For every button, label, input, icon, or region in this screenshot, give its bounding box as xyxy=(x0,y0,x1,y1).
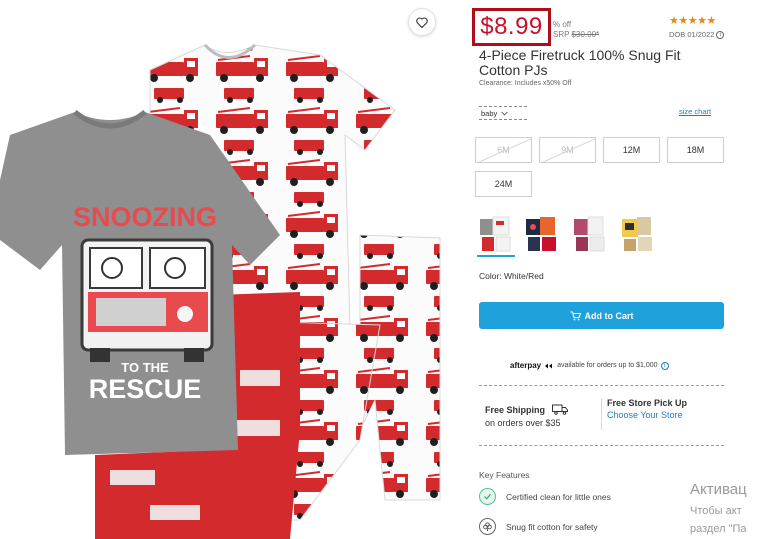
swatch-pink[interactable] xyxy=(571,213,609,257)
price-value: $8.99 xyxy=(480,13,543,40)
feature-text: Snug fit cotton for safety xyxy=(506,521,598,532)
info-icon[interactable]: i xyxy=(716,30,725,39)
certified-badge-icon xyxy=(479,488,496,505)
graphic-line2: TO THE xyxy=(121,360,169,375)
cotton-flower-icon xyxy=(479,518,496,535)
graphic-line1: SNOOZING xyxy=(73,202,217,232)
divider xyxy=(479,445,724,446)
dob-info: DOB 01/2022 i xyxy=(669,30,725,39)
store-pickup-title: Free Store Pick Up xyxy=(607,398,688,408)
swatch-image xyxy=(480,216,511,252)
os-activation-watermark-line: Чтобы акт xyxy=(690,505,742,517)
size-option-6m[interactable]: 6M xyxy=(475,137,532,163)
afterpay-text: available for orders up to $1,000 xyxy=(557,362,658,369)
divider xyxy=(479,385,724,386)
size-type-label: baby xyxy=(481,108,498,118)
os-activation-watermark-line: раздел "Па xyxy=(690,523,747,535)
shipping-separator xyxy=(601,398,602,430)
swatch-space[interactable] xyxy=(523,213,561,257)
clearance-note: Clearance: Includes x50% Off xyxy=(479,80,572,87)
chevron-down-icon xyxy=(501,111,508,116)
afterpay-info: afterpay available for orders up to $1,0… xyxy=(510,361,669,370)
feature-certified: Certified clean for little ones xyxy=(479,488,611,505)
msrp: SRP $30.00* xyxy=(553,30,599,39)
free-shipping-title: Free Shipping xyxy=(485,405,546,415)
add-to-cart-label: Add to Cart xyxy=(584,310,634,321)
dob-text: DOB 01/2022 xyxy=(669,30,715,39)
os-activation-watermark-title: Активац xyxy=(690,481,747,498)
msrp-value: $30.00* xyxy=(571,30,600,39)
choose-store-link[interactable]: Choose Your Store xyxy=(607,410,683,420)
percent-off: % off xyxy=(553,20,572,29)
product-title: 4-Piece Firetruck 100% Snug Fit Cotton P… xyxy=(479,47,681,78)
size-option-24m[interactable]: 24M xyxy=(475,171,532,197)
afterpay-info-icon[interactable]: i xyxy=(660,361,669,370)
product-image: SNOOZING TO THE RESCUE xyxy=(0,0,445,539)
size-type-select[interactable]: baby xyxy=(479,106,527,120)
size-option-9m[interactable]: 9M xyxy=(539,137,596,163)
wishlist-button[interactable] xyxy=(408,8,436,36)
sale-price: $8.99 xyxy=(472,8,551,46)
size-option-18m[interactable]: 18M xyxy=(667,137,724,163)
add-to-cart-button[interactable]: Add to Cart xyxy=(479,302,724,329)
rating-stars[interactable]: ★★★★★ xyxy=(669,14,716,27)
afterpay-arrows-icon xyxy=(545,363,553,368)
selected-color: Color: White/Red xyxy=(479,271,544,281)
truck-icon xyxy=(552,404,568,415)
graphic-line3: RESCUE xyxy=(89,374,202,404)
size-option-12m[interactable]: 12M xyxy=(603,137,660,163)
cart-icon xyxy=(570,311,581,320)
afterpay-logo: afterpay xyxy=(510,361,542,370)
heart-icon xyxy=(416,16,428,28)
swatch-image xyxy=(622,217,652,251)
swatch-yellow[interactable] xyxy=(619,213,657,257)
msrp-prefix: SRP xyxy=(553,30,570,39)
feature-cotton: Snug fit cotton for safety xyxy=(479,518,598,535)
size-chart-link[interactable]: size chart xyxy=(679,107,711,116)
key-features-title: Key Features xyxy=(479,470,530,480)
pajama-set-illustration: SNOOZING TO THE RESCUE xyxy=(0,43,441,539)
product-details-panel: $8.99 % off SRP $30.00* ★★★★★ DOB 01/202… xyxy=(472,0,762,539)
free-shipping-sub: on orders over $35 xyxy=(485,418,561,428)
swatch-image xyxy=(526,217,556,251)
swatch-image xyxy=(574,216,605,252)
swatch-white-red[interactable] xyxy=(477,213,515,257)
feature-text: Certified clean for little ones xyxy=(506,491,611,502)
